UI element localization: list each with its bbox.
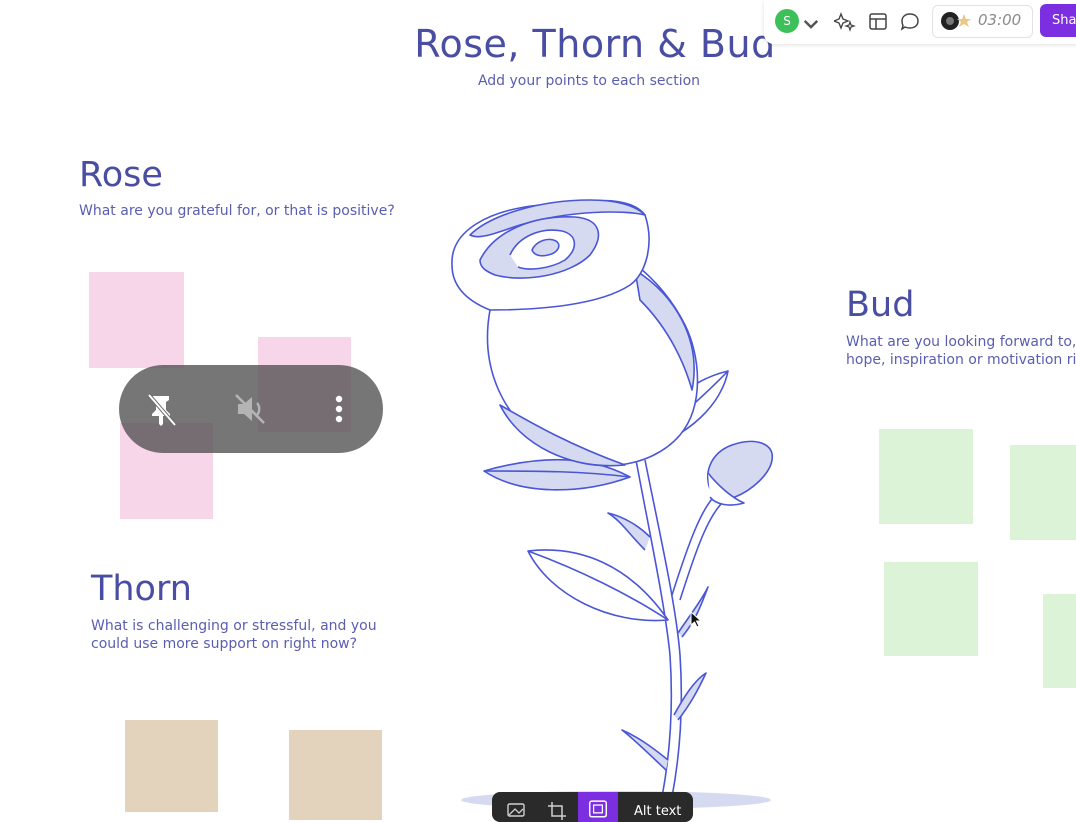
share-button[interactable]: Shar	[1040, 4, 1076, 37]
timer-icon	[941, 12, 971, 30]
cursor-icon	[690, 611, 703, 628]
sticky-note[interactable]	[1010, 445, 1076, 540]
comment-icon[interactable]	[899, 11, 921, 33]
layout-icon[interactable]	[867, 11, 889, 33]
bud-heading: Bud	[846, 285, 915, 325]
alt-text-button[interactable]: Alt text	[634, 804, 681, 819]
chevron-down-icon[interactable]	[800, 13, 822, 35]
board-subtitle: Add your points to each section	[477, 73, 701, 89]
bud-description-line1: What are you looking forward to, o	[846, 334, 1076, 350]
bud-description-line2: hope, inspiration or motivation righ	[846, 352, 1076, 368]
thorn-description-line1: What is challenging or stressful, and yo…	[91, 618, 377, 634]
timer-text: 03:00	[978, 11, 1022, 29]
mute-icon[interactable]	[228, 387, 272, 431]
rose-description: What are you grateful for, or that is po…	[79, 203, 395, 219]
sticky-note[interactable]	[884, 562, 978, 656]
sticky-note[interactable]	[125, 720, 218, 812]
sticky-note[interactable]	[879, 429, 973, 524]
rose-illustration[interactable]	[440, 175, 785, 815]
sparkle-icon[interactable]	[834, 11, 856, 33]
more-vertical-icon[interactable]	[317, 387, 361, 431]
sticky-note[interactable]	[289, 730, 382, 820]
thorn-description-line2: could use more support on right now?	[91, 636, 358, 652]
rose-heading: Rose	[79, 155, 163, 195]
user-avatar[interactable]: S	[775, 9, 799, 33]
thorn-heading: Thorn	[91, 569, 192, 609]
media-controls	[119, 365, 383, 453]
sticky-note[interactable]	[1043, 594, 1076, 688]
sticky-note[interactable]	[89, 272, 184, 368]
unpin-icon[interactable]	[139, 387, 183, 431]
